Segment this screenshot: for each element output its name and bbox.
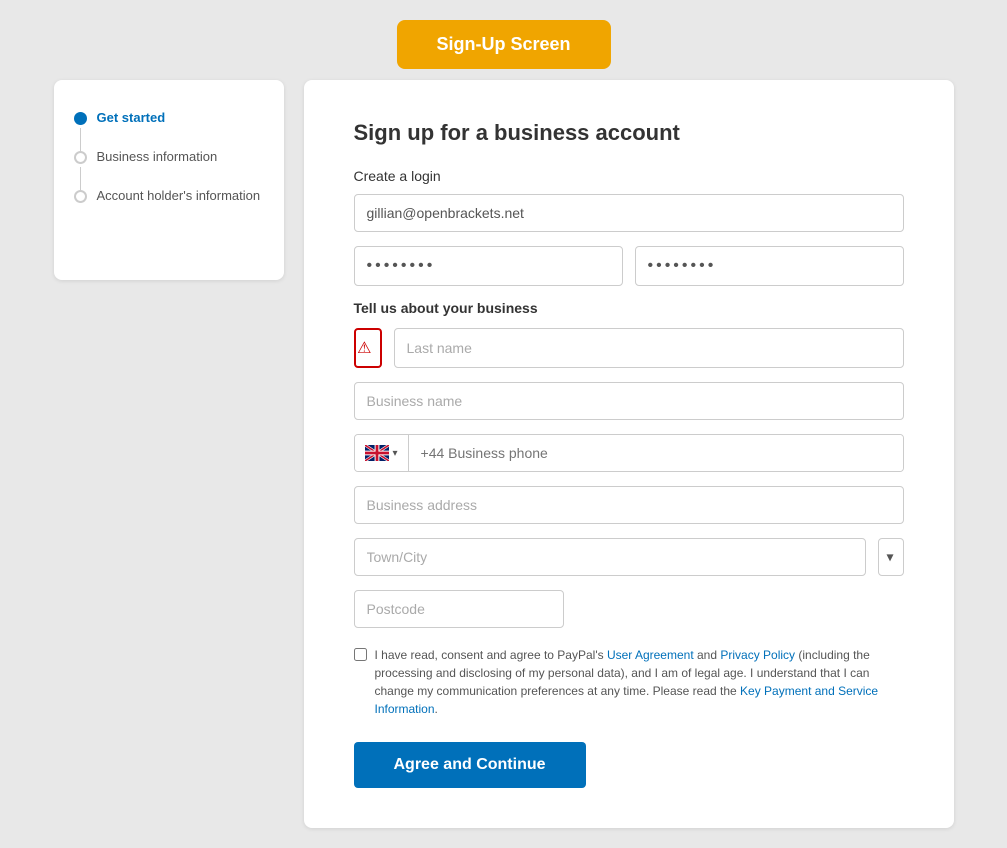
business-address-group [354,486,904,524]
main-content: Sign up for a business account Create a … [304,80,954,828]
user-agreement-link[interactable]: User Agreement [607,648,694,662]
sidebar-item-account-holder[interactable]: Account holder's information [74,188,264,203]
privacy-policy-link[interactable]: Privacy Policy [720,648,795,662]
tell-us-label: Tell us about your business [354,300,904,316]
email-group [354,194,904,232]
banner-label: Sign-Up Screen [436,34,570,54]
page-title: Sign up for a business account [354,120,904,146]
postcode-group [354,590,904,628]
agree-text: I have read, consent and agree to PayPal… [375,646,904,718]
name-row: ⚠ [354,328,904,368]
agree-checkbox[interactable] [354,648,367,661]
sidebar-label-get-started: Get started [97,110,166,125]
password-confirm-field[interactable] [635,246,904,286]
county-wrapper: County (Optional) Greater London West Yo… [878,538,904,576]
business-address-field[interactable] [354,486,904,524]
phone-country-chevron: ▾ [393,448,398,459]
sidebar-label-business-info: Business information [97,149,218,164]
sidebar-item-get-started[interactable]: Get started [74,110,264,125]
phone-field[interactable] [409,435,903,471]
header-banner: Sign-Up Screen [396,20,610,69]
postcode-field[interactable] [354,590,564,628]
sidebar-item-business-info[interactable]: Business information [74,149,264,164]
agree-section: I have read, consent and agree to PayPal… [354,646,904,718]
last-name-field[interactable] [394,328,904,368]
business-name-field[interactable] [354,382,904,420]
sidebar-dot-business-info [74,151,87,164]
sidebar-dot-account-holder [74,190,87,203]
sidebar-dot-get-started [74,112,87,125]
phone-country-select[interactable]: ▾ [355,435,409,471]
continue-button[interactable]: Agree and Continue [354,742,586,788]
sidebar: Get started Business information Account… [54,80,284,280]
email-field[interactable] [354,194,904,232]
password-row [354,246,904,286]
phone-row: ▾ [354,434,904,472]
agree-text-middle: and [694,648,721,662]
page-wrapper: Sign-Up Screen Get started Business info… [54,20,954,828]
first-name-error-icon: ⚠ [357,338,371,358]
agree-text-before: I have read, consent and agree to PayPal… [375,648,607,662]
agree-checkbox-row: I have read, consent and agree to PayPal… [354,646,904,718]
uk-flag-icon [365,445,389,461]
first-name-wrapper: ⚠ [354,328,382,368]
create-login-label: Create a login [354,168,904,184]
town-county-row: County (Optional) Greater London West Yo… [354,538,904,576]
county-select[interactable]: County (Optional) Greater London West Yo… [878,538,904,576]
town-city-field[interactable] [354,538,866,576]
agree-text-end: . [435,702,438,716]
business-name-group [354,382,904,420]
password-field[interactable] [354,246,623,286]
sidebar-label-account-holder: Account holder's information [97,188,261,203]
